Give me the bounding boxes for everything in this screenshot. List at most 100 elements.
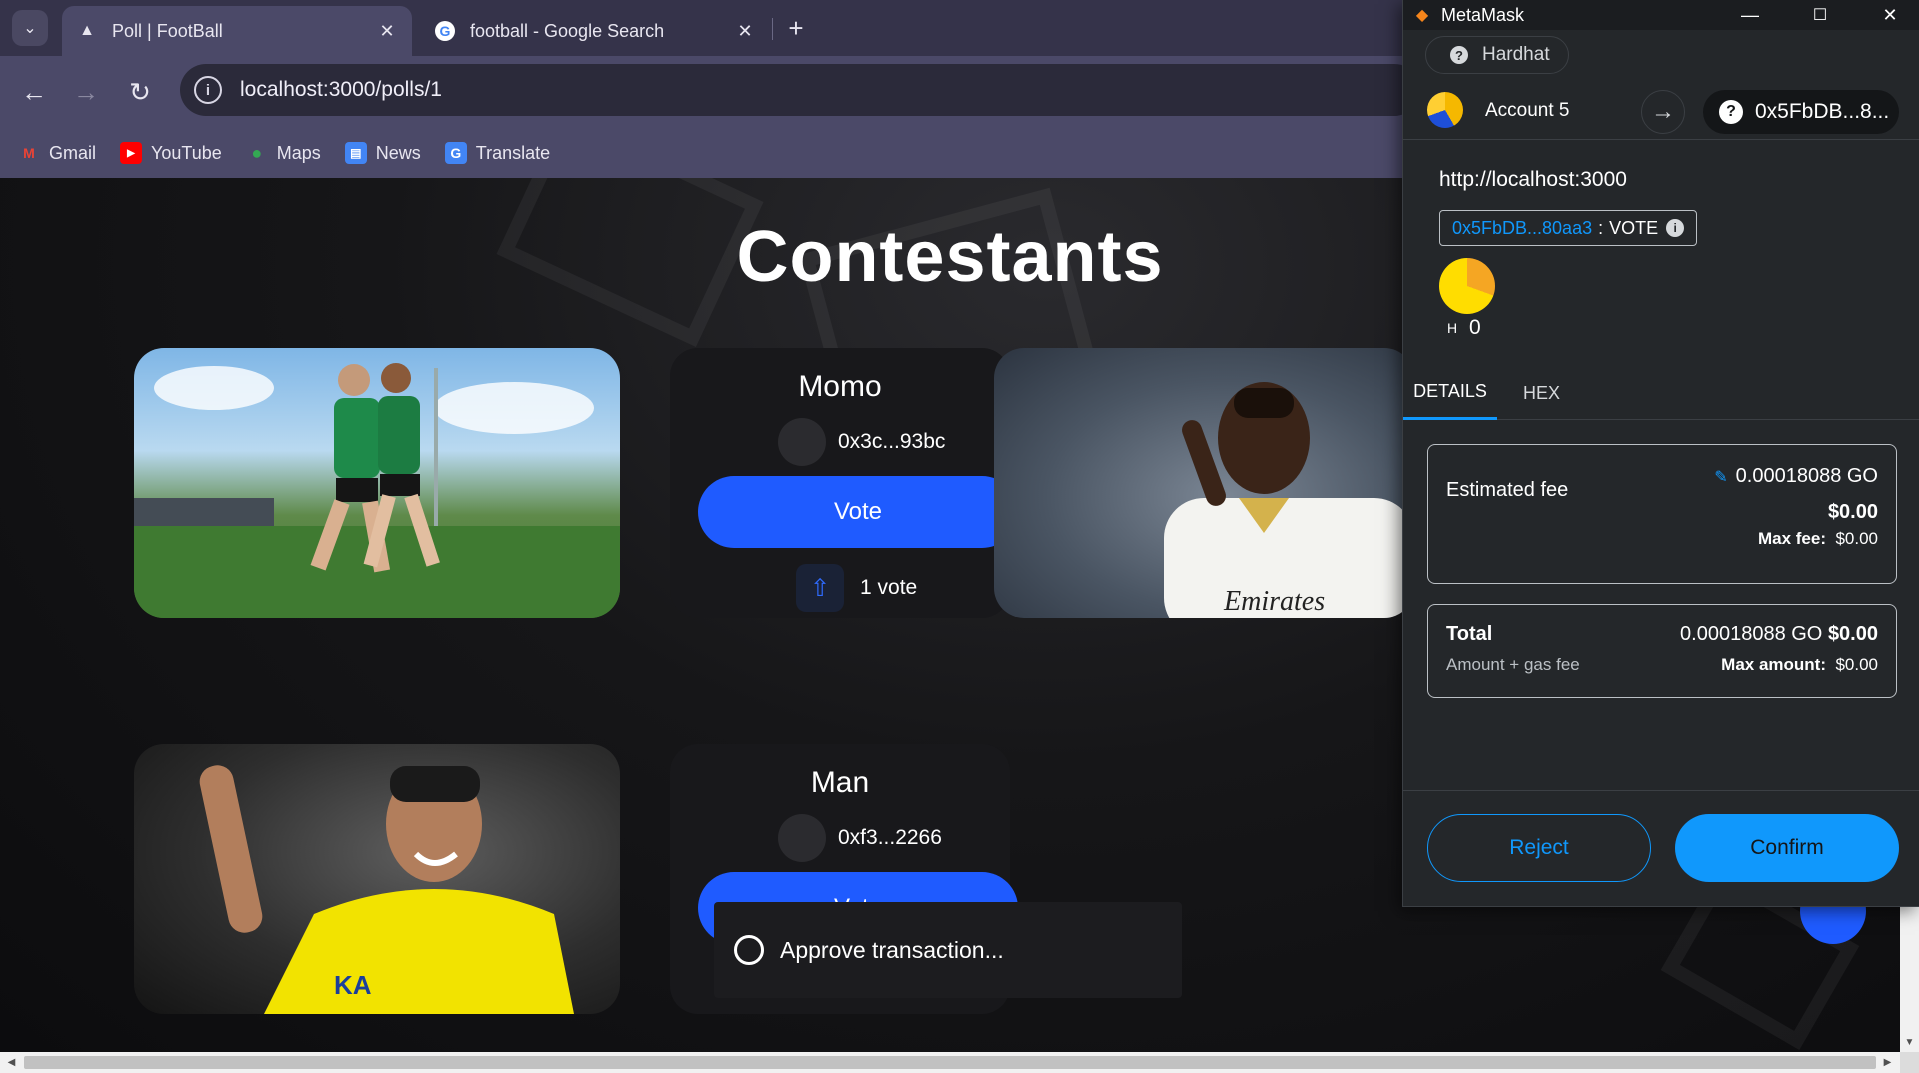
- contract-address-link[interactable]: 0x5FbDB...80aa3: [1452, 218, 1592, 239]
- avatar: [778, 814, 826, 862]
- confirm-button[interactable]: Confirm: [1675, 814, 1899, 882]
- tab-search-button[interactable]: ⌄: [12, 10, 48, 46]
- minimize-button[interactable]: —: [1735, 0, 1765, 30]
- bookmark-label: Gmail: [49, 142, 97, 163]
- network-name: Hardhat: [1482, 44, 1550, 65]
- total-label: Total: [1446, 623, 1493, 645]
- estimated-fee-fiat: $0.00: [1827, 501, 1878, 523]
- bookmark-youtube[interactable]: ▶ YouTube: [120, 142, 222, 164]
- bookmark-translate[interactable]: G Translate: [444, 142, 551, 164]
- token-amount: 0: [1469, 316, 1481, 339]
- maps-icon: ●: [251, 142, 263, 163]
- bookmark-label: Translate: [475, 142, 551, 163]
- svg-text:KA: KA: [334, 970, 372, 1000]
- max-amount-row: Max amount: $0.00: [1721, 655, 1878, 675]
- reload-icon: ↻: [129, 76, 151, 107]
- tab-hex[interactable]: HEX: [1523, 366, 1560, 420]
- reject-button[interactable]: Reject: [1427, 814, 1651, 882]
- address-url: localhost:3000/polls/1: [240, 78, 442, 101]
- contestant-image-second: Emirates: [994, 348, 1414, 618]
- contestant-card-momo: Momo 0x3c...93bc Vote ⇧ 1 vote: [670, 348, 1018, 618]
- total-amount-row: 0.00018088 GO $0.00: [1680, 623, 1878, 646]
- total-amount: 0.00018088 GO: [1680, 623, 1823, 645]
- sender-recipient-bar: Account 5 → ? 0x5FbDB...8...: [1403, 84, 1919, 140]
- news-icon: ▤: [344, 142, 367, 164]
- max-fee-label: Max fee:: [1757, 529, 1826, 548]
- google-icon: G: [434, 20, 456, 42]
- chevron-down-icon: ⌄: [23, 20, 37, 37]
- metamask-titlebar: ◆ MetaMask: [1403, 0, 1919, 30]
- window-title: MetaMask: [1441, 4, 1525, 25]
- plus-icon: +: [788, 12, 804, 43]
- translate-icon: G: [444, 142, 467, 164]
- svg-text:G: G: [440, 23, 451, 39]
- maximize-button[interactable]: ☐: [1805, 0, 1835, 30]
- scroll-down-arrow-icon[interactable]: ▼: [1900, 1033, 1919, 1052]
- bookmark-label: YouTube: [151, 142, 222, 163]
- site-info-icon[interactable]: i: [194, 76, 222, 104]
- tab-title: Poll | FootBall: [112, 20, 223, 41]
- contestant-name: Man: [810, 766, 870, 799]
- tab-details[interactable]: DETAILS: [1403, 366, 1497, 420]
- max-amount-value: $0.00: [1835, 655, 1878, 674]
- upvote-icon: ⇧: [796, 564, 844, 612]
- estimated-fee-box: Estimated fee ✎ 0.00018088 GO $0.00 Max f…: [1427, 444, 1897, 584]
- arrow-left-icon: ←: [21, 76, 47, 107]
- arrow-right-icon: →: [1641, 90, 1685, 134]
- new-tab-button[interactable]: +: [780, 12, 812, 44]
- contestant-image-man: KA: [134, 744, 620, 1014]
- tab-title: football - Google Search: [470, 20, 665, 41]
- back-button[interactable]: ←: [14, 72, 54, 112]
- recipient-address: 0x5FbDB...8...: [1755, 100, 1890, 123]
- footer-divider: [1403, 790, 1919, 791]
- bookmark-news[interactable]: ▤ News: [344, 142, 421, 164]
- estimated-fee-amount: 0.00018088 GO: [1735, 465, 1878, 487]
- tab-poll-football[interactable]: ▲ Poll | FootBall ✕: [62, 6, 412, 56]
- close-icon[interactable]: ✕: [734, 20, 756, 42]
- reload-button[interactable]: ↻: [120, 72, 160, 112]
- method-separator: :: [1598, 217, 1604, 238]
- forward-button[interactable]: →: [66, 72, 106, 112]
- account-avatar: [1427, 92, 1463, 128]
- estimated-fee-label: Estimated fee: [1446, 479, 1569, 501]
- bookmark-gmail[interactable]: M Gmail: [18, 142, 96, 164]
- tab-divider: [772, 18, 773, 40]
- address-bar[interactable]: i localhost:3000/polls/1: [180, 64, 1420, 116]
- total-sub-label: Amount + gas fee: [1446, 655, 1580, 674]
- transaction-toast: Approve transaction...: [714, 902, 1182, 998]
- vote-button[interactable]: Vote: [698, 476, 1018, 548]
- recipient-address-pill[interactable]: ? 0x5FbDB...8...: [1703, 90, 1899, 134]
- metamask-window: ◆ MetaMask — ☐ ✕ ? Hardhat Account 5 → ?…: [1402, 0, 1919, 907]
- svg-text:Emirates: Emirates: [1223, 586, 1325, 617]
- edit-pencil-icon[interactable]: ✎: [1714, 469, 1727, 486]
- contestant-address: 0x3c...93bc: [838, 430, 946, 453]
- close-icon[interactable]: ✕: [376, 20, 398, 42]
- max-fee-value: $0.00: [1835, 529, 1878, 548]
- vote-count-row: ⇧ 1 vote: [796, 564, 917, 612]
- scroll-right-arrow-icon[interactable]: ▶: [1878, 1052, 1897, 1073]
- bookmark-label: Maps: [276, 142, 321, 163]
- network-selector[interactable]: ? Hardhat: [1425, 36, 1569, 74]
- youtube-icon: ▶: [120, 142, 143, 164]
- close-window-button[interactable]: ✕: [1875, 0, 1905, 30]
- scroll-left-arrow-icon[interactable]: ◀: [2, 1052, 21, 1073]
- method-name: VOTE: [1609, 217, 1659, 238]
- vote-count: 1 vote: [860, 576, 918, 599]
- bookmark-maps[interactable]: ● Maps: [246, 142, 321, 164]
- max-fee-row: Max fee: $0.00: [1758, 529, 1878, 549]
- total-box: Total Amount + gas fee 0.00018088 GO $0.…: [1427, 604, 1897, 698]
- avatar: [778, 418, 826, 466]
- bookmark-label: News: [375, 142, 421, 163]
- horizontal-scrollbar[interactable]: ◀ ▶: [0, 1052, 1900, 1073]
- token-symbol: H: [1447, 320, 1458, 336]
- info-icon[interactable]: i: [1666, 219, 1685, 237]
- total-fiat: $0.00: [1827, 623, 1878, 645]
- loading-spinner-icon: [734, 935, 764, 965]
- contestant-name: Momo: [798, 370, 882, 403]
- metamask-fox-icon: ◆: [1415, 7, 1429, 24]
- question-icon: ?: [1719, 100, 1743, 124]
- contestant-address-row: 0x3c...93bc: [778, 418, 945, 466]
- tab-google-search[interactable]: G football - Google Search ✕: [420, 6, 770, 56]
- horizontal-scrollbar-thumb[interactable]: [24, 1056, 1876, 1069]
- token-avatar: [1439, 258, 1495, 314]
